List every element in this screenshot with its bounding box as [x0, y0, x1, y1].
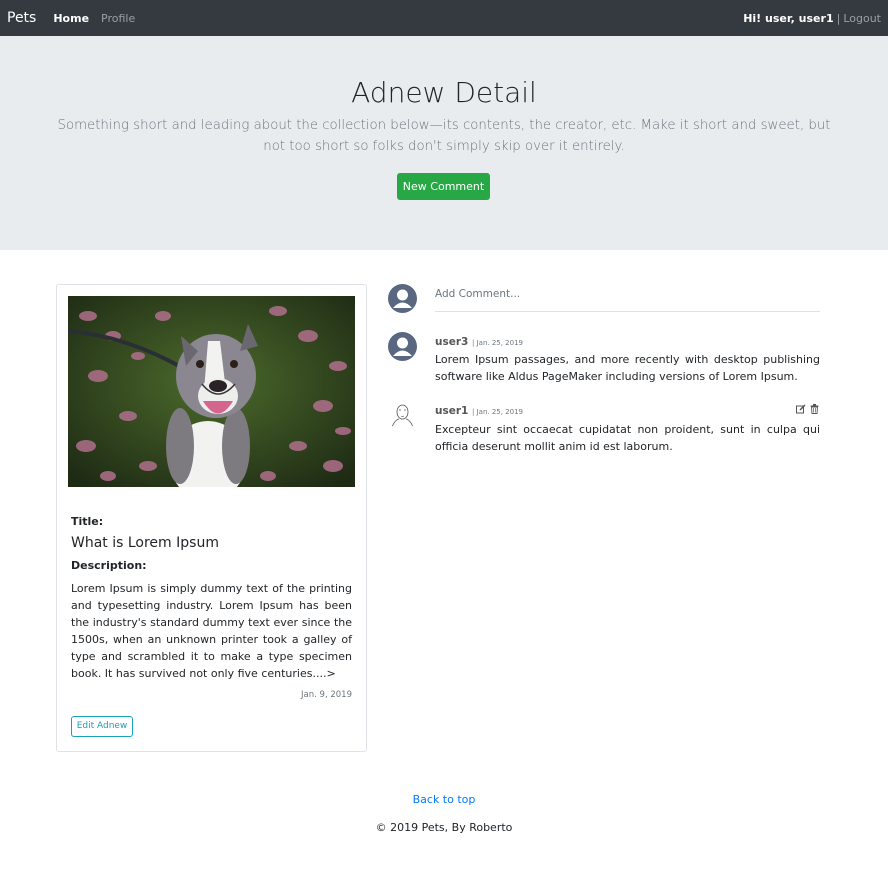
comment-actions: [796, 404, 819, 414]
navbar: Pets Home Profile Hi! user, user1 | Logout: [0, 0, 888, 36]
comment-author: user1 | Jan. 25, 2019: [435, 405, 523, 417]
new-comment-button[interactable]: New Comment: [397, 173, 490, 200]
back-to-top-link[interactable]: Back to top: [0, 793, 888, 806]
ad-title: What is Lorem Ipsum: [71, 535, 219, 551]
ad-date: Jan. 9, 2019: [301, 690, 352, 700]
greeting-text: Hi! user, user1: [743, 11, 834, 25]
current-user-avatar: [388, 284, 417, 313]
comment-text: Lorem Ipsum passages, and more recently …: [435, 353, 820, 383]
brand-link[interactable]: Pets: [7, 10, 36, 26]
page-header: Adnew Detail Something short and leading…: [0, 36, 888, 250]
pet-photo: [68, 296, 355, 487]
nav-separator: |: [836, 11, 841, 25]
trash-icon[interactable]: [810, 404, 819, 414]
page-title: Adnew Detail: [351, 76, 537, 109]
nav-home-link[interactable]: Home: [53, 12, 89, 25]
nav-profile-link[interactable]: Profile: [101, 12, 135, 25]
comment-username: user3: [435, 336, 469, 348]
ad-card: Title: What is Lorem Ipsum Description: …: [56, 284, 367, 752]
comment-author: user3 | Jan. 25, 2019: [435, 336, 523, 348]
user-area: Hi! user, user1 | Logout: [743, 12, 881, 25]
title-label: Title:: [71, 515, 104, 528]
comment-avatar-sketch: [388, 401, 417, 430]
description-label: Description:: [71, 559, 147, 572]
comment-date: | Jan. 25, 2019: [472, 339, 523, 347]
user-icon: [393, 289, 412, 308]
comment-text: Excepteur sint occaecat cupidatat non pr…: [435, 423, 820, 453]
ad-description: Lorem Ipsum is simply dummy text of the …: [71, 582, 352, 680]
user-icon: [393, 337, 412, 356]
copyright-text: © 2019 Pets, By Roberto: [375, 821, 513, 834]
face-sketch-icon: [390, 404, 415, 430]
comment-date: | Jan. 25, 2019: [472, 408, 523, 416]
comment-avatar: [388, 332, 417, 361]
edit-adnew-button[interactable]: Edit Adnew: [71, 716, 133, 737]
page-lead: Something short and leading about the co…: [57, 118, 831, 154]
edit-icon[interactable]: [796, 404, 806, 414]
logout-link[interactable]: Logout: [843, 12, 881, 25]
comment-username: user1: [435, 405, 469, 417]
add-comment-input[interactable]: Add Comment...: [435, 280, 820, 312]
